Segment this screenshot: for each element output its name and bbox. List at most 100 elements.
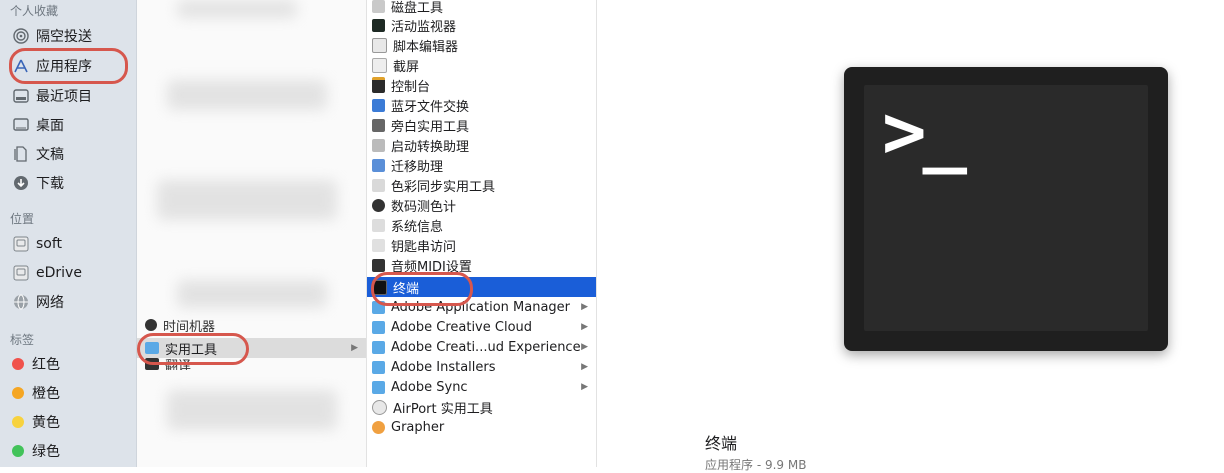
airport-utility-icon <box>372 399 387 415</box>
folder-icon <box>145 342 159 354</box>
list-item[interactable]: 启动转换助理 <box>367 135 596 155</box>
airdrop-icon <box>12 28 30 44</box>
list-item-terminal[interactable]: 终端 <box>367 277 596 297</box>
chevron-right-icon: ▶ <box>581 342 588 352</box>
sidebar-item-downloads[interactable]: 下载 <box>12 170 64 196</box>
system-information-icon <box>372 218 385 232</box>
list-item[interactable]: Grapher <box>367 417 596 437</box>
tags-title: 标签 <box>10 333 35 347</box>
list-item[interactable]: Adobe Installers ▶ <box>367 357 596 377</box>
item-label: 蓝牙文件交换 <box>391 99 470 115</box>
sidebar-item-label: 文稿 <box>36 147 64 163</box>
item-label: 系统信息 <box>391 219 444 235</box>
disk-icon <box>12 265 30 281</box>
list-item[interactable]: 色彩同步实用工具 <box>367 175 596 195</box>
item-label: Adobe Installers <box>391 359 496 375</box>
disk-icon <box>12 236 30 252</box>
item-label: 数码测色计 <box>391 199 457 215</box>
voiceover-utility-icon <box>372 118 385 132</box>
disk-utility-icon <box>372 0 385 13</box>
list-item[interactable]: Adobe Sync ▶ <box>367 377 596 397</box>
chevron-right-icon: ▶ <box>351 343 358 353</box>
sidebar-item-soft[interactable]: soft <box>12 231 62 257</box>
list-item-time-machine[interactable]: 时间机器 <box>137 318 366 332</box>
list-item[interactable]: AirPort 实用工具 <box>367 397 596 417</box>
item-label: 实用工具 <box>165 342 218 358</box>
activity-monitor-icon <box>372 18 385 32</box>
orange-tag-dot <box>12 387 24 399</box>
sidebar-item-edrive[interactable]: eDrive <box>12 260 82 286</box>
terminal-screen: >_ <box>864 85 1148 331</box>
sidebar-item-desktop[interactable]: 桌面 <box>12 112 64 138</box>
list-item[interactable]: 磁盘工具 <box>367 0 596 16</box>
digital-color-meter-icon <box>372 198 385 212</box>
sidebar-item-airdrop[interactable]: 隔空投送 <box>12 23 92 49</box>
item-label: 脚本编辑器 <box>393 39 459 55</box>
tag-label: 橙色 <box>32 386 60 402</box>
migration-assistant-icon <box>372 158 385 172</box>
recents-icon <box>12 88 30 104</box>
list-item[interactable]: 蓝牙文件交换 <box>367 95 596 115</box>
item-label: 钥匙串访问 <box>391 239 457 255</box>
preview-app-subtitle: 应用程序 - 9.9 MB <box>705 458 807 472</box>
sidebar-item-label: eDrive <box>36 265 82 281</box>
item-label: 色彩同步实用工具 <box>391 179 496 195</box>
sidebar-tag-yellow[interactable]: 黄色 <box>0 409 60 435</box>
list-item[interactable]: Adobe Creati...ud Experience ▶ <box>367 337 596 357</box>
translate-icon <box>145 358 159 370</box>
list-item[interactable]: 旁白实用工具 <box>367 115 596 135</box>
preview-app-name: 终端 <box>705 434 738 453</box>
item-label: 迁移助理 <box>391 159 444 175</box>
item-label: 旁白实用工具 <box>391 119 470 135</box>
item-label: 终端 <box>393 281 420 297</box>
item-label: Adobe Sync <box>391 379 468 395</box>
tag-label: 绿色 <box>32 444 60 460</box>
blurred-region <box>167 390 337 430</box>
keychain-access-icon <box>372 238 385 252</box>
grapher-icon <box>372 420 385 434</box>
blurred-region <box>177 280 327 308</box>
tag-label: 红色 <box>32 357 60 373</box>
folder-icon <box>372 360 385 374</box>
item-label: 启动转换助理 <box>391 139 470 155</box>
item-label: 翻译 <box>165 358 192 371</box>
folder-icon <box>372 380 385 394</box>
sidebar-tag-orange[interactable]: 橙色 <box>0 380 60 406</box>
sidebar-tag-green[interactable]: 绿色 <box>0 438 60 464</box>
list-item[interactable]: 音频MIDI设置 <box>367 255 596 275</box>
time-machine-icon <box>145 319 157 331</box>
list-item[interactable]: 脚本编辑器 <box>367 35 596 55</box>
list-item[interactable]: 控制台 <box>367 75 596 95</box>
list-item-translate[interactable]: 翻译 <box>137 358 366 370</box>
list-item[interactable]: 系统信息 <box>367 215 596 235</box>
blurred-region <box>177 0 297 18</box>
sidebar-tag-red[interactable]: 红色 <box>0 351 60 377</box>
sidebar-item-network[interactable]: 网络 <box>12 289 64 315</box>
blurred-region <box>167 80 327 110</box>
item-label: 时间机器 <box>163 319 216 333</box>
list-item[interactable]: 数码测色计 <box>367 195 596 215</box>
list-item-utilities[interactable]: 实用工具 ▶ <box>137 338 366 358</box>
list-item[interactable]: Adobe Creative Cloud ▶ <box>367 317 596 337</box>
bluetooth-exchange-icon <box>372 98 385 112</box>
locations-title: 位置 <box>10 212 35 226</box>
red-tag-dot <box>12 358 24 370</box>
terminal-prompt: >_ <box>882 89 967 175</box>
list-item[interactable]: 截屏 <box>367 55 596 75</box>
chevron-right-icon: ▶ <box>581 382 588 392</box>
documents-icon <box>12 146 30 162</box>
yellow-tag-dot <box>12 416 24 428</box>
folder-icon <box>372 340 385 354</box>
sidebar-item-recents[interactable]: 最近项目 <box>12 83 92 109</box>
sidebar-item-applications[interactable]: 应用程序 <box>12 53 92 79</box>
applications-icon <box>12 58 30 74</box>
list-item[interactable]: Adobe Application Manager ▶ <box>367 297 596 317</box>
terminal-app-icon: >_ <box>844 67 1168 351</box>
list-item[interactable]: 迁移助理 <box>367 155 596 175</box>
sidebar-item-label: 桌面 <box>36 118 64 134</box>
sidebar-item-documents[interactable]: 文稿 <box>12 141 64 167</box>
favorites-title: 个人收藏 <box>10 4 59 18</box>
network-icon <box>12 294 30 310</box>
list-item[interactable]: 活动监视器 <box>367 15 596 35</box>
list-item[interactable]: 钥匙串访问 <box>367 235 596 255</box>
